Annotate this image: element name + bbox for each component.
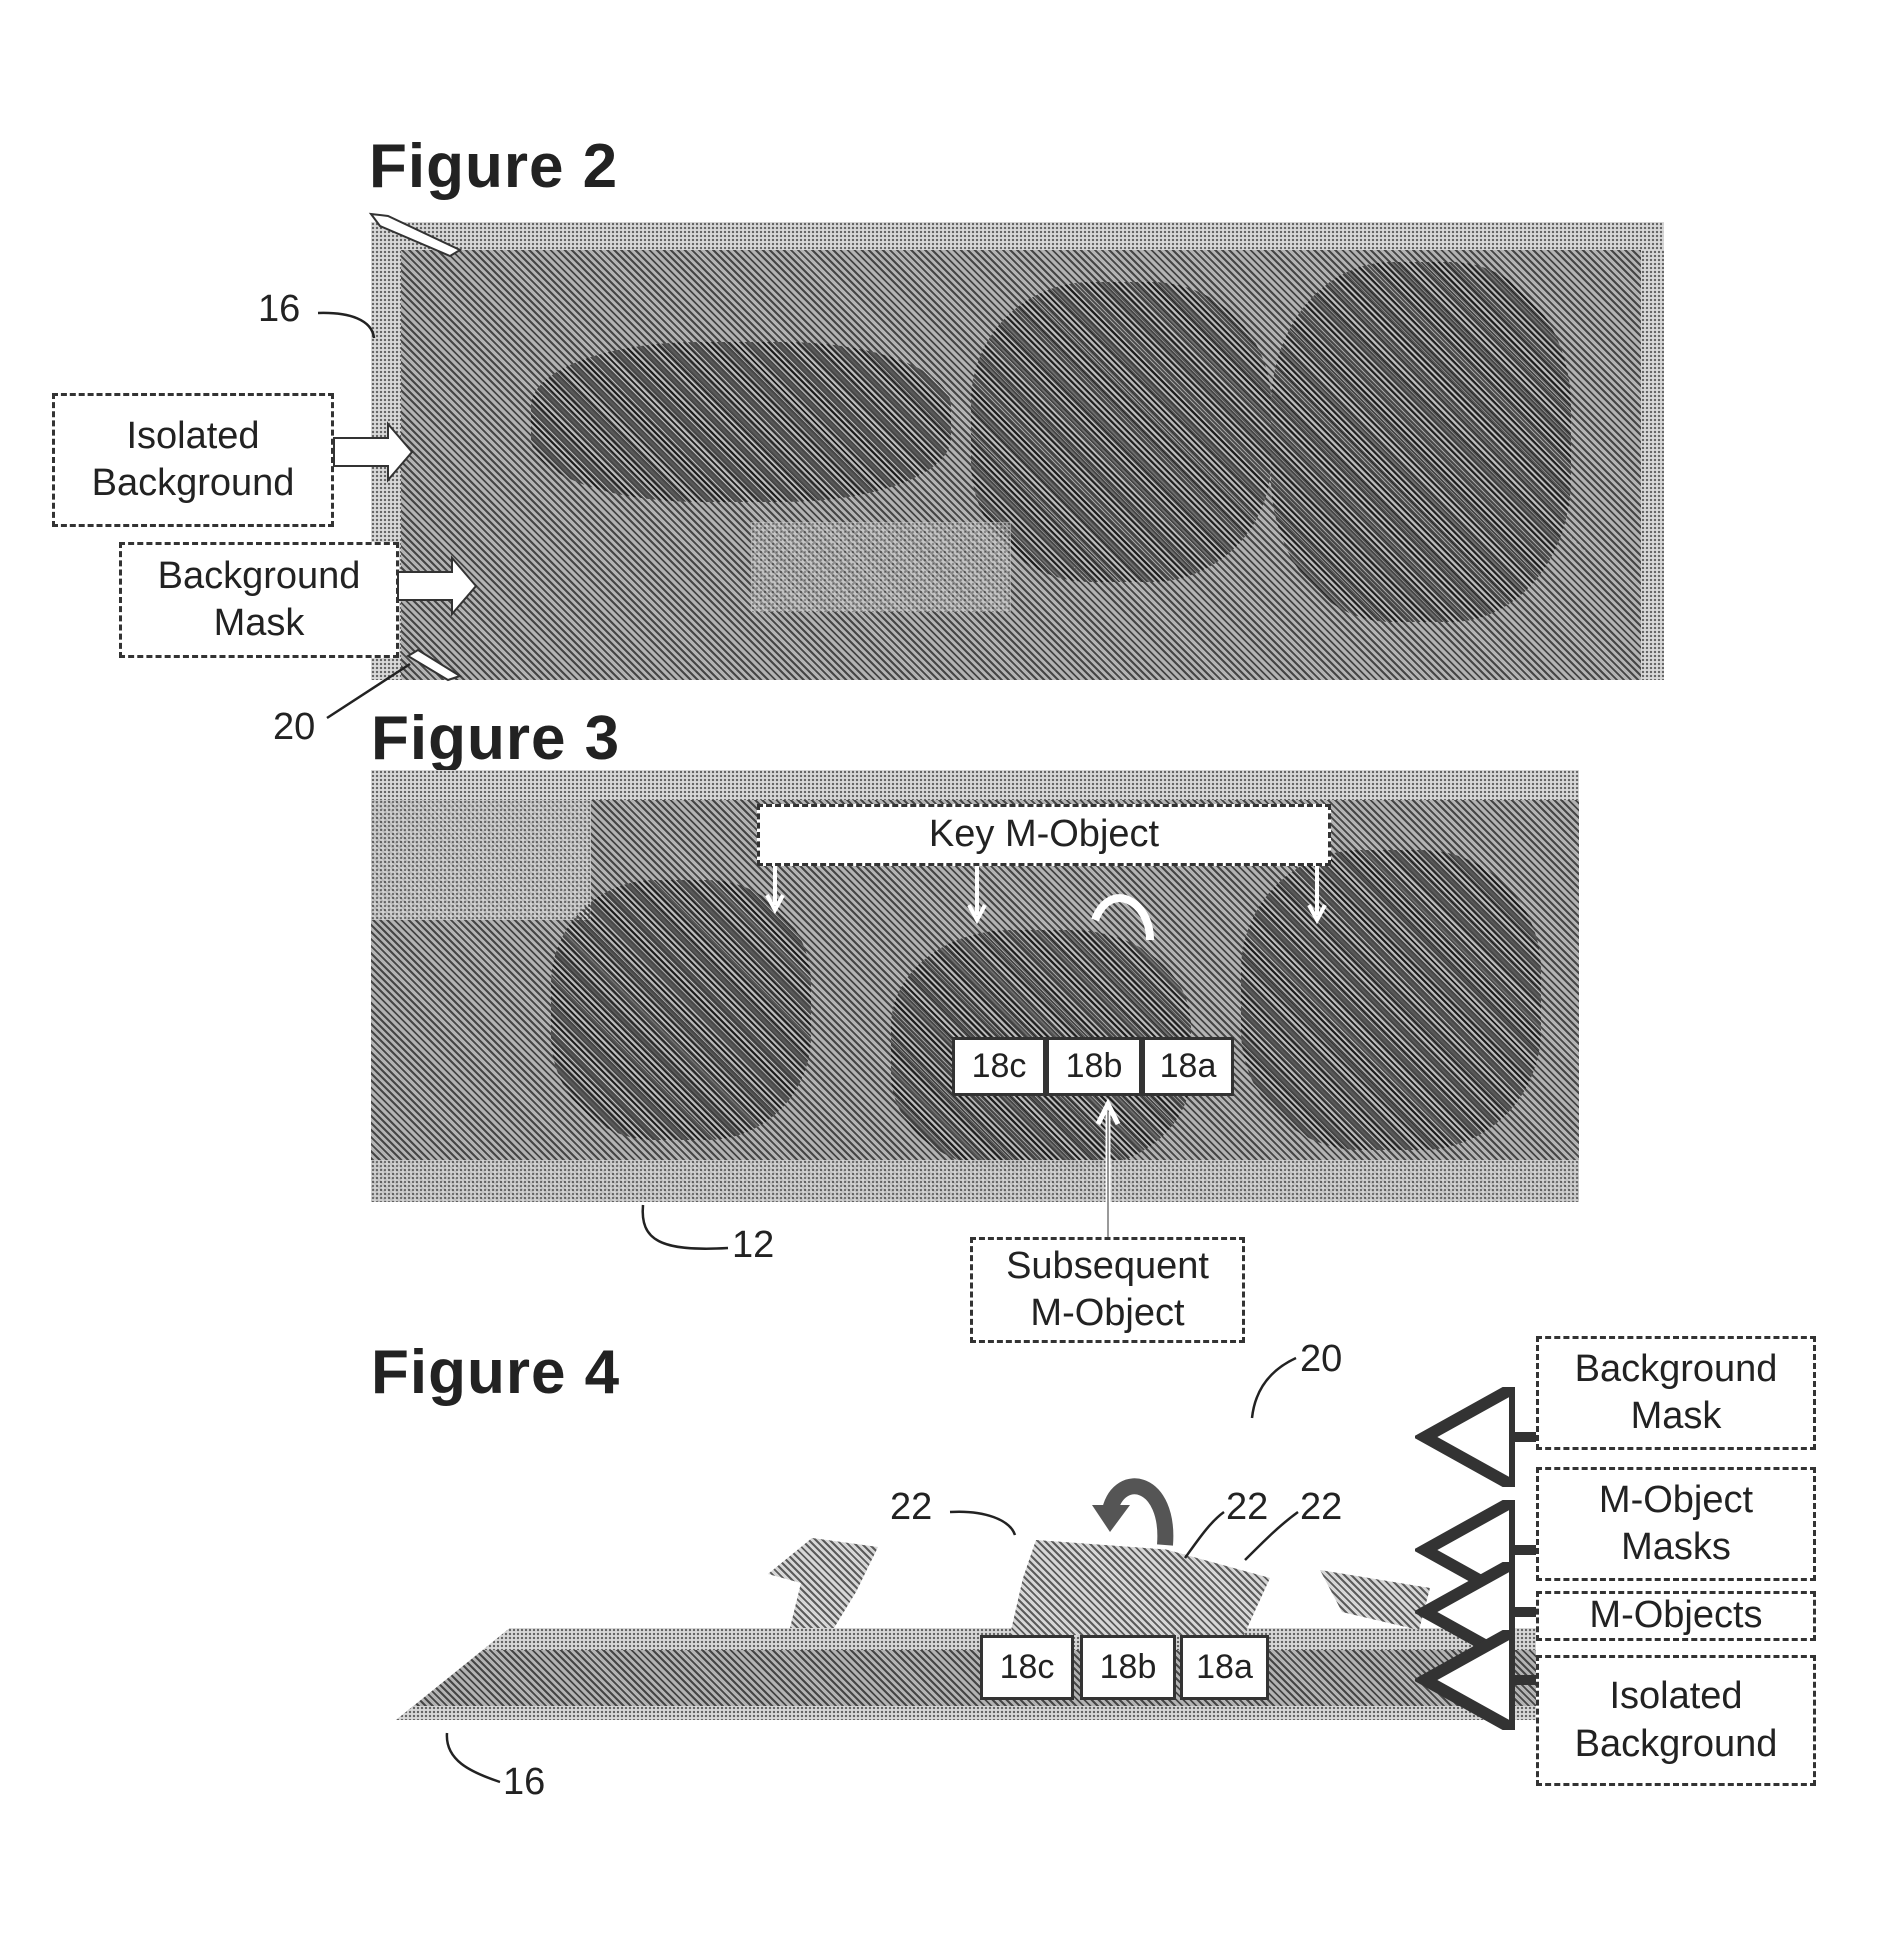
leader-line-16 — [445, 1732, 501, 1784]
figure-4-ref-22: 22 — [1300, 1486, 1343, 1528]
figure-4-ref-22: 22 — [1226, 1486, 1269, 1528]
layer-edge — [396, 1628, 1536, 1650]
top-edge-strip — [371, 222, 1664, 250]
figure-3-object-18c: 18c — [952, 1037, 1046, 1096]
figure-4-m-object-masks-label: M-Object Masks — [1536, 1467, 1816, 1581]
figure-4-m-object-mask — [1320, 1570, 1430, 1630]
figure-4-object-18c: 18c — [980, 1635, 1074, 1700]
figure-2-ref-20: 20 — [273, 706, 316, 748]
figure-4-ref-16: 16 — [503, 1761, 546, 1803]
figure-2-isolated-background-label: Isolated Background — [52, 393, 334, 527]
figure-2-title: Figure 2 — [369, 132, 619, 201]
figure-4-ref-20: 20 — [1300, 1338, 1343, 1380]
leader-line-12 — [641, 1204, 729, 1250]
figure-4-object-18b: 18b — [1080, 1635, 1176, 1700]
figure-4-title: Figure 4 — [371, 1338, 621, 1407]
figure-2-background-mask-label: Background Mask — [119, 542, 399, 658]
scene-highlight — [751, 522, 1011, 612]
figure-3-key-m-object-label: Key M-Object — [757, 804, 1331, 866]
leader-line-16 — [317, 311, 376, 339]
figure-4-object-18a: 18a — [1180, 1635, 1269, 1700]
figure-4-ref-22: 22 — [890, 1486, 933, 1528]
figure-4-m-object-mask — [1010, 1540, 1270, 1635]
top-edge-strip — [371, 770, 1579, 800]
figure-3-title: Figure 3 — [371, 704, 621, 773]
layer-edge — [396, 1706, 1536, 1720]
leader-line-22 — [1183, 1510, 1225, 1559]
figure-4-isolated-background-label: Isolated Background — [1536, 1655, 1816, 1786]
figure-4-background-mask-label: Background Mask — [1536, 1336, 1816, 1450]
scene-highlight — [371, 800, 591, 920]
figure-3-object-18b: 18b — [1046, 1037, 1142, 1096]
scene-region — [1271, 262, 1571, 622]
leader-line-22 — [949, 1510, 1017, 1536]
figure-4-m-object-mask — [768, 1538, 878, 1628]
scene-region — [551, 880, 811, 1140]
scene-region — [971, 282, 1271, 582]
figure-2-layered-image — [371, 222, 1664, 680]
rotation-arrow-icon — [1102, 1478, 1174, 1546]
leader-line-20 — [1250, 1356, 1297, 1419]
figure-3-object-18a: 18a — [1142, 1037, 1234, 1096]
scene-region — [1241, 850, 1541, 1150]
bottom-edge-strip — [371, 1160, 1579, 1202]
figure-4-isolated-background-layer — [396, 1628, 1536, 1720]
figure-2-ref-16: 16 — [258, 288, 301, 330]
scene-region — [531, 342, 951, 502]
figure-3-subsequent-m-object-label: Subsequent M-Object — [970, 1237, 1245, 1343]
right-edge-strip — [1641, 250, 1664, 680]
figure-3-ref-12: 12 — [732, 1224, 775, 1266]
figure-4-m-objects-label: M-Objects — [1536, 1591, 1816, 1641]
rotation-arrowhead-icon — [1092, 1505, 1130, 1532]
